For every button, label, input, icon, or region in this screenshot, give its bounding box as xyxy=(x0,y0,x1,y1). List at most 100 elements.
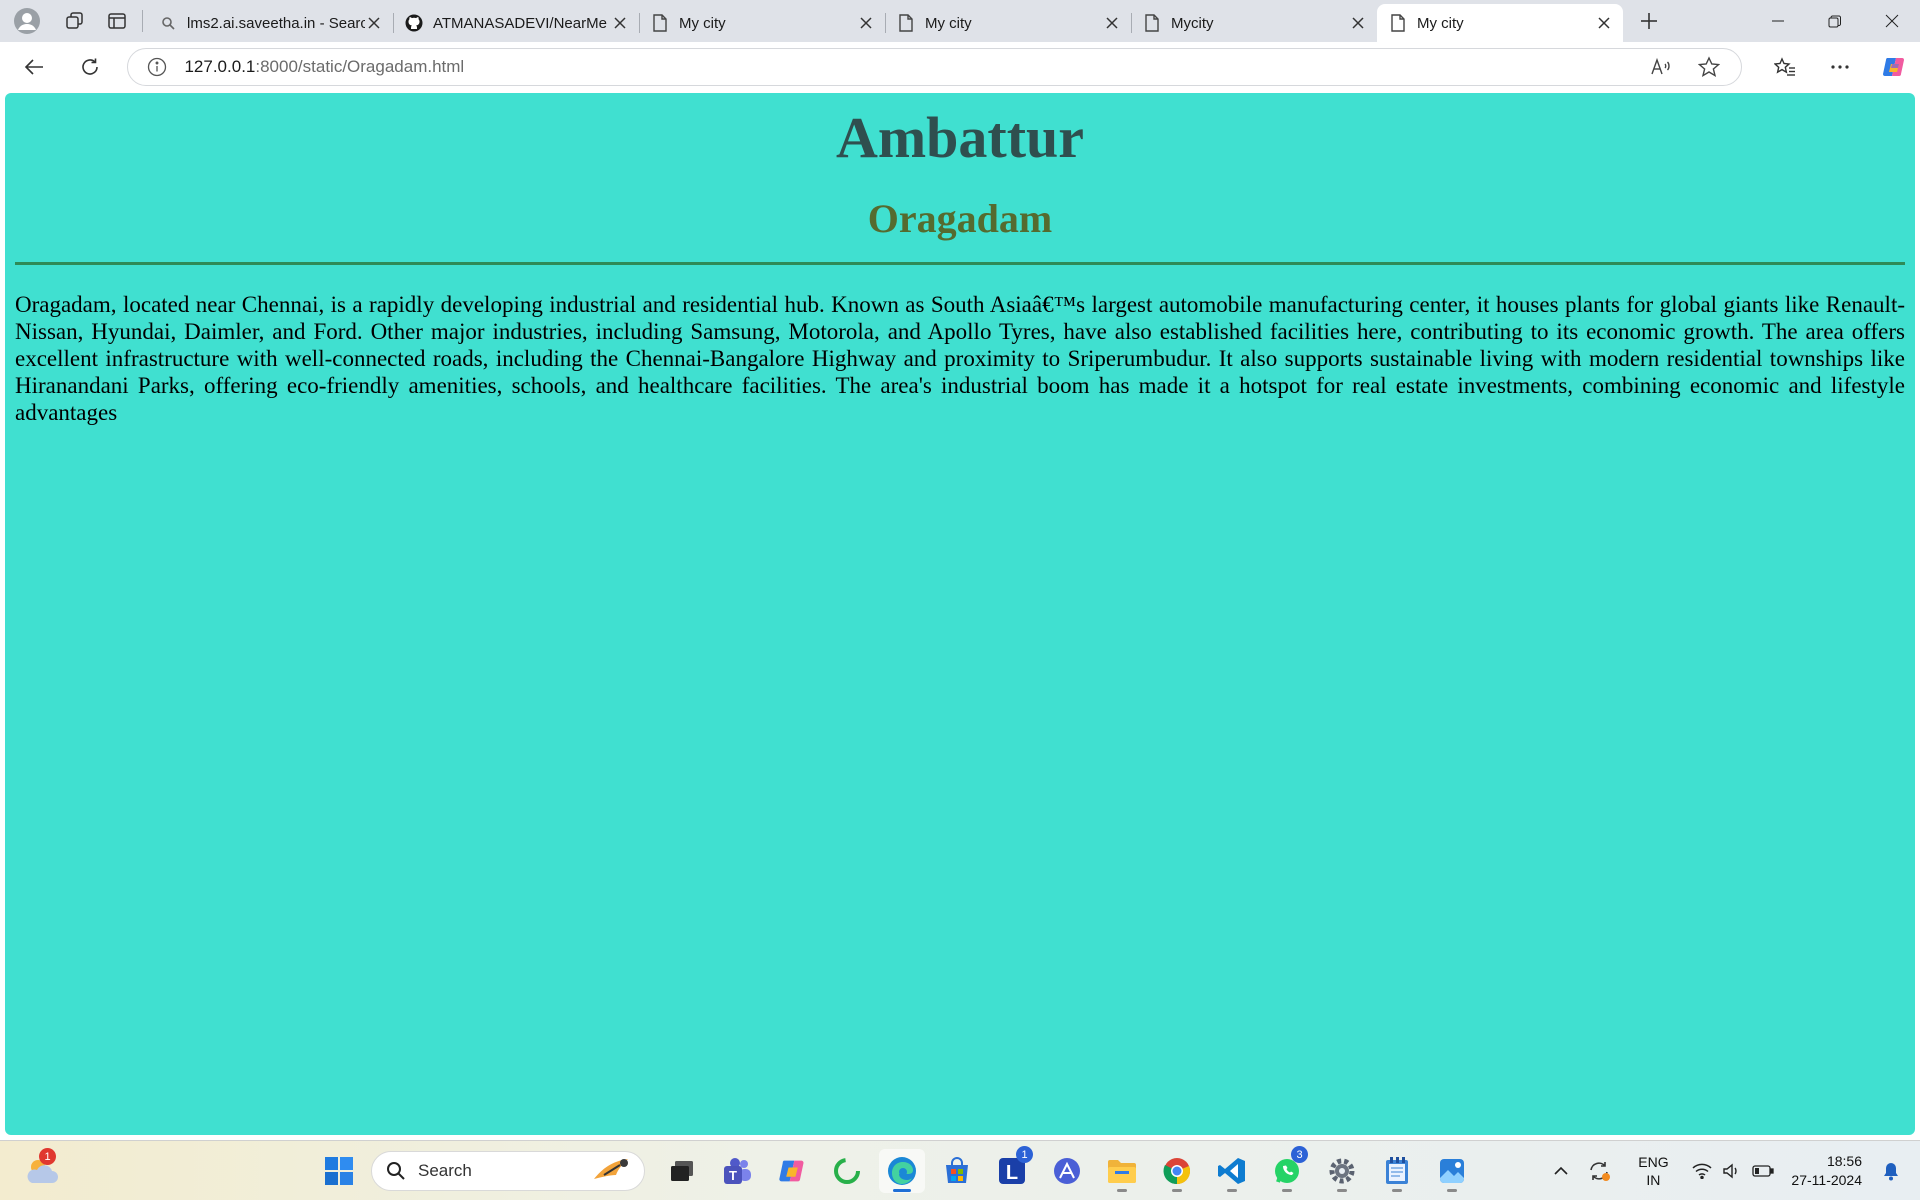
taskbar-search[interactable]: Search xyxy=(371,1151,645,1191)
tab-title: My city xyxy=(1417,14,1464,32)
running-indicator xyxy=(1117,1189,1127,1192)
tab-github[interactable]: ATMANASADEVI/NearMe xyxy=(393,4,639,42)
chrome-icon[interactable] xyxy=(1154,1149,1200,1193)
search-icon xyxy=(387,1162,405,1180)
url-text[interactable]: 127.0.0.1:8000/static/Oragadam.html xyxy=(184,57,1637,77)
page-icon xyxy=(1389,14,1407,32)
running-indicator xyxy=(1447,1189,1457,1192)
refresh-icon xyxy=(81,58,98,75)
clock-time: 18:56 xyxy=(1826,1153,1862,1169)
region-code: IN xyxy=(1646,1172,1661,1188)
close-icon[interactable] xyxy=(857,14,875,32)
running-indicator xyxy=(1282,1189,1292,1192)
tab-title: Mycity xyxy=(1171,14,1214,32)
tab-title: My city xyxy=(925,14,972,32)
task-view-icon[interactable] xyxy=(659,1149,705,1193)
favorite-star-icon[interactable] xyxy=(1685,50,1733,84)
tab-list: lms2.ai.saveetha.in - Search ATMANASADEV… xyxy=(147,0,1623,42)
chevron-up-icon[interactable] xyxy=(1543,1166,1579,1176)
edge-icon[interactable] xyxy=(879,1149,925,1193)
tab-my-city-2[interactable]: My city xyxy=(885,4,1131,42)
plus-icon xyxy=(1641,13,1657,29)
taskbar-apps: Search T L 1 3 xyxy=(316,1146,1484,1193)
tab-title: My city xyxy=(679,14,726,32)
photos-icon[interactable] xyxy=(1429,1149,1475,1193)
tab-mycity[interactable]: Mycity xyxy=(1131,4,1377,42)
tab-my-city-active[interactable]: My city xyxy=(1377,4,1623,42)
weather-badge: 1 xyxy=(39,1148,56,1165)
running-indicator xyxy=(1337,1189,1347,1192)
browser-toolbar: 127.0.0.1:8000/static/Oragadam.html xyxy=(0,42,1920,92)
page-icon xyxy=(897,14,915,32)
loop-icon[interactable] xyxy=(824,1149,870,1193)
github-icon xyxy=(405,14,423,32)
browser-tab-strip: lms2.ai.saveetha.in - Search ATMANASADEV… xyxy=(0,0,1920,42)
close-window-button[interactable] xyxy=(1863,0,1920,42)
horizontal-rule xyxy=(15,261,1905,265)
close-icon[interactable] xyxy=(1349,14,1367,32)
whatsapp-badge: 3 xyxy=(1291,1146,1308,1163)
running-indicator xyxy=(1172,1189,1182,1192)
search-label: Search xyxy=(418,1161,472,1180)
clock-date: 27-11-2024 xyxy=(1791,1172,1862,1188)
workspaces-icon[interactable] xyxy=(54,0,96,42)
close-icon[interactable] xyxy=(1595,14,1613,32)
restore-button[interactable] xyxy=(1806,0,1863,42)
profile-icon[interactable] xyxy=(0,0,54,42)
info-icon[interactable] xyxy=(146,56,168,78)
wifi-icon[interactable] xyxy=(1687,1163,1717,1179)
window-controls xyxy=(1749,0,1920,42)
search-icon xyxy=(159,14,177,32)
back-button[interactable] xyxy=(12,47,56,87)
minimize-button[interactable] xyxy=(1749,0,1806,42)
teams-icon[interactable]: T xyxy=(714,1149,760,1193)
close-icon[interactable] xyxy=(365,14,383,32)
sync-icon[interactable] xyxy=(1579,1160,1619,1182)
lens-app-icon[interactable]: L 1 xyxy=(989,1146,1035,1193)
language-code: ENG xyxy=(1638,1154,1669,1170)
close-icon[interactable] xyxy=(1103,14,1121,32)
read-aloud-icon[interactable] xyxy=(1637,50,1685,84)
page-viewport: Ambattur Oragadam Oragadam, located near… xyxy=(5,93,1915,1135)
active-indicator xyxy=(893,1189,911,1192)
language-indicator[interactable]: ENG IN xyxy=(1629,1153,1677,1189)
svg-text:L: L xyxy=(1006,1162,1018,1184)
url-host: 127.0.0.1 xyxy=(184,57,256,76)
favorites-icon[interactable] xyxy=(1758,47,1812,87)
clock[interactable]: 18:56 27-11-2024 xyxy=(1791,1152,1862,1190)
close-icon[interactable] xyxy=(611,14,629,32)
running-indicator xyxy=(1227,1189,1237,1192)
page-title: Ambattur xyxy=(835,105,1085,170)
volume-icon[interactable] xyxy=(1717,1163,1747,1179)
tab-search[interactable]: lms2.ai.saveetha.in - Search xyxy=(147,4,393,42)
tab-separator xyxy=(142,10,143,32)
tab-title: lms2.ai.saveetha.in - Search xyxy=(187,14,365,32)
new-tab-button[interactable] xyxy=(1625,0,1673,42)
weather-widget[interactable]: 1 xyxy=(22,1148,62,1189)
vertical-tabs-icon[interactable] xyxy=(96,0,138,42)
store-icon[interactable] xyxy=(934,1149,980,1193)
refresh-button[interactable] xyxy=(68,47,112,87)
battery-icon[interactable] xyxy=(1747,1165,1779,1177)
lens-app-badge: 1 xyxy=(1016,1146,1033,1163)
url-path: :8000/static/Oragadam.html xyxy=(255,57,465,76)
page-paragraph: Oragadam, located near Chennai, is a rap… xyxy=(15,291,1905,425)
copilot-icon[interactable] xyxy=(769,1149,815,1193)
page-subtitle: Oragadam xyxy=(867,195,1053,241)
running-indicator xyxy=(1392,1189,1402,1192)
whatsapp-icon[interactable]: 3 xyxy=(1264,1146,1310,1193)
notepad-icon[interactable] xyxy=(1374,1149,1420,1193)
copilot-icon[interactable] xyxy=(1868,47,1920,87)
system-tray: ENG IN 18:56 27-11-2024 xyxy=(1543,1141,1920,1200)
vscode-icon[interactable] xyxy=(1209,1149,1255,1193)
tab-my-city-1[interactable]: My city xyxy=(639,4,885,42)
file-explorer-icon[interactable] xyxy=(1099,1149,1145,1193)
more-options-icon[interactable] xyxy=(1812,47,1868,87)
notification-bell-icon[interactable] xyxy=(1876,1161,1906,1181)
address-bar[interactable]: 127.0.0.1:8000/static/Oragadam.html xyxy=(127,48,1742,86)
vector-app-icon[interactable] xyxy=(1044,1149,1090,1193)
windows-start-icon[interactable] xyxy=(316,1149,362,1193)
settings-icon[interactable] xyxy=(1319,1149,1365,1193)
search-highlight-icon xyxy=(594,1159,628,1179)
page-icon xyxy=(651,14,669,32)
